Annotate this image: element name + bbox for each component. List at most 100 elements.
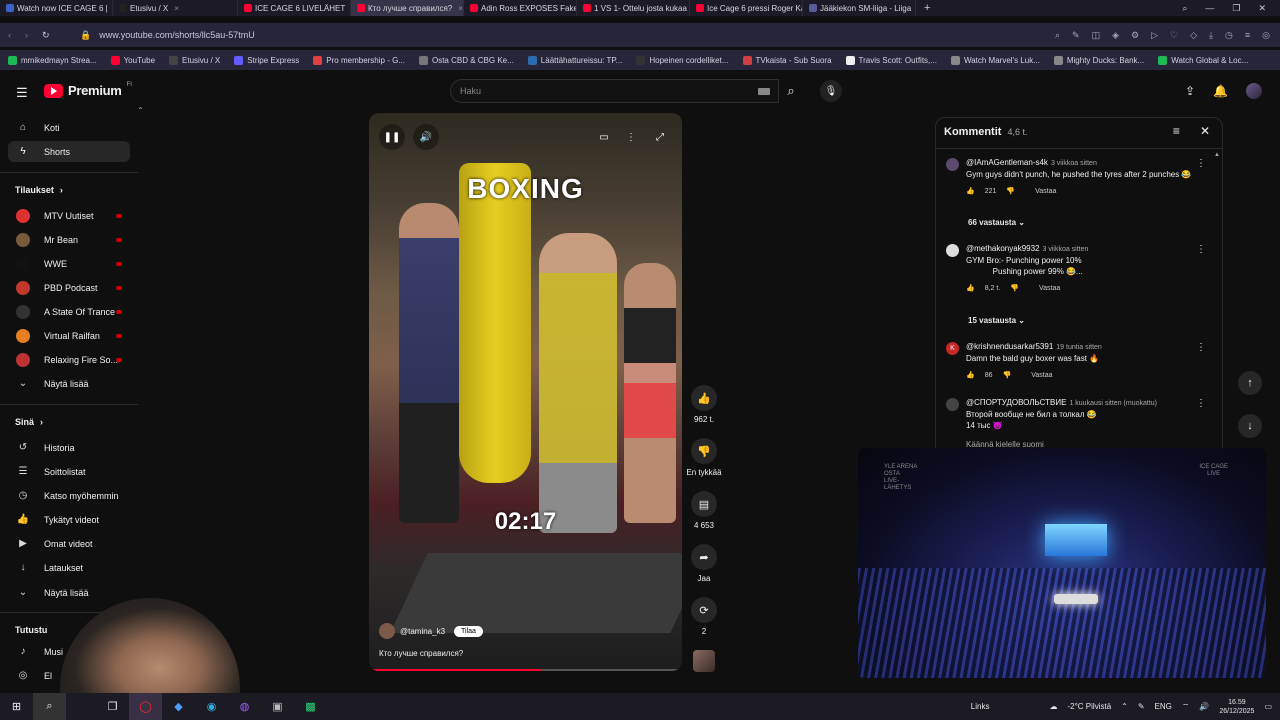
minimize-icon[interactable]: — <box>1205 3 1214 14</box>
url-field[interactable]: 🔒 www.youtube.com/shorts/llc5au-57tmU <box>80 30 255 41</box>
heart-icon[interactable]: ♡ <box>1170 30 1178 41</box>
bookmark-item[interactable]: Läättähattureissu: TP... <box>527 55 622 65</box>
sidebar-item-channel[interactable]: Virtual Railfan <box>8 325 130 346</box>
menu-icon[interactable]: ☰ <box>16 85 28 101</box>
bookmark-item[interactable]: Pro membership - G... <box>313 55 405 65</box>
show-more-button[interactable]: ⌄ Näytä lisää <box>8 373 130 394</box>
browser-tab[interactable]: 1 VS 1- Ottelu josta kukaa× <box>577 0 690 16</box>
sidebar-item-channel[interactable]: Relaxing Fire So... <box>8 349 130 370</box>
browser-tab[interactable]: Adin Ross EXPOSES Fake C× <box>464 0 577 16</box>
wifi-icon[interactable]: ⌔ <box>1182 702 1190 712</box>
sidebar-item-you[interactable]: ↺ Historia <box>8 437 130 458</box>
close-icon[interactable]: ✕ <box>1258 3 1266 14</box>
previous-short-button[interactable]: ↑ <box>1238 371 1262 395</box>
sound-thumbnail[interactable] <box>693 650 715 672</box>
url-text[interactable]: www.youtube.com/shorts/llc5au-57tmU <box>99 30 255 40</box>
video-progress[interactable] <box>369 669 682 671</box>
bookmark-item[interactable]: Watch Global & Loc... <box>1158 55 1248 65</box>
comment-author[interactable]: @krishnendusarkar5391 <box>966 342 1053 351</box>
bookmark-item[interactable]: Etusivu / X <box>169 55 220 65</box>
upload-icon[interactable]: ⇪ <box>1185 84 1195 98</box>
avatar[interactable] <box>1246 83 1262 99</box>
close-icon[interactable]: ✕ <box>1200 124 1210 138</box>
history-icon[interactable]: ◷ <box>1225 30 1233 41</box>
forward-icon[interactable]: › <box>25 30 28 41</box>
app-2[interactable]: ◆ <box>162 693 195 720</box>
reload-icon[interactable]: ↻ <box>42 30 50 41</box>
more-vert-icon[interactable]: ⋮ <box>1196 244 1206 255</box>
shield-icon[interactable]: ◈ <box>1112 30 1119 41</box>
sidebar-scroll-up-icon[interactable]: ⌃ <box>137 106 144 115</box>
browser-tab[interactable]: Ice Cage 6 pressi Roger Ka× <box>690 0 803 16</box>
task-view-button[interactable]: ❐ <box>96 693 129 720</box>
close-icon[interactable]: × <box>174 4 179 13</box>
sort-icon[interactable]: ≡ <box>1173 124 1180 138</box>
bookmark-item[interactable]: Watch Marvel's Luk... <box>950 55 1040 65</box>
download-icon[interactable]: ⤓ <box>1209 30 1213 41</box>
volume-icon[interactable]: 🔊 <box>1199 702 1209 711</box>
search-button[interactable]: ⌕ <box>778 79 804 103</box>
reply-button[interactable]: Vastaa <box>1035 188 1056 195</box>
search-icon[interactable]: ⌕ <box>1182 3 1187 14</box>
pen-icon[interactable]: ✎ <box>1138 702 1145 711</box>
comment-author[interactable]: @СПОРТУДОВОЛЬСТВИЕ <box>966 398 1066 407</box>
links-toolbar[interactable]: Links <box>971 702 990 711</box>
edit-icon[interactable]: ✎ <box>1072 30 1080 41</box>
more-button[interactable]: ⋮ <box>618 124 644 150</box>
app-6[interactable]: ▩ <box>294 693 327 720</box>
settings-icon[interactable]: ⚙ <box>1131 30 1139 41</box>
box-icon[interactable]: ◇ <box>1190 30 1197 41</box>
notification-icon[interactable]: ▭ <box>1264 702 1272 711</box>
avatar[interactable]: K <box>946 342 959 355</box>
messenger-app[interactable]: ◍ <box>228 693 261 720</box>
sidebar-item-channel[interactable]: MTV Uutiset <box>8 205 130 226</box>
thumbs-down-icon[interactable]: 👎 <box>1006 187 1015 195</box>
bookmark-item[interactable]: YouTube <box>110 55 155 65</box>
picture-in-picture-video[interactable]: YLE ARENA OSTA LIVE- LÄHETYS ICE CAGE LI… <box>858 448 1266 678</box>
browser-tab[interactable]: Кто лучше справился? × <box>351 0 464 16</box>
remix-button[interactable]: ⟳ 2 <box>684 597 724 636</box>
sidebar-item-you[interactable]: 👍 Tykätyt videot <box>8 509 130 530</box>
more-vert-icon[interactable]: ⋮ <box>1196 158 1206 169</box>
bookmark-item[interactable]: Hopeinen cordelliket... <box>636 55 729 65</box>
opera-app[interactable]: ◯ <box>129 693 162 720</box>
back-icon[interactable]: ‹ <box>8 30 11 41</box>
video-channel[interactable]: @tamina_k3 Tilaa <box>379 623 483 639</box>
profile-icon[interactable]: ◎ <box>1262 30 1270 41</box>
browser-tab[interactable]: ICE CAGE 6 LIVELÄHET× <box>238 0 351 16</box>
search-input[interactable]: Haku <box>450 79 779 103</box>
browser-tab[interactable]: Jääkiekon SM-liiga - Liiga× <box>803 0 916 16</box>
replies-toggle[interactable]: 15 vastausta ⌄ <box>968 316 1025 325</box>
browser-tab[interactable]: Watch now ICE CAGE 6 |× <box>0 0 113 16</box>
more-vert-icon[interactable]: ⋮ <box>1196 342 1206 353</box>
bookmark-item[interactable]: mmikedmayn Strea... <box>8 55 97 65</box>
next-short-button[interactable]: ↓ <box>1238 414 1262 438</box>
avatar[interactable] <box>946 158 959 171</box>
sidebar-item-you[interactable]: ▶ Omat videot <box>8 533 130 554</box>
bookmark-item[interactable]: TVkaista - Sub Suora <box>742 55 832 65</box>
comments-button[interactable]: ▤ 4 653 <box>684 491 724 530</box>
like-button[interactable]: 👍 962 t. <box>684 385 724 424</box>
new-tab-icon[interactable]: + <box>916 2 938 14</box>
youtube-logo[interactable]: Premium FI <box>44 82 132 98</box>
thumbs-up-icon[interactable]: 👍 <box>966 187 975 195</box>
subscriptions-heading[interactable]: Tilaukset › <box>15 185 63 195</box>
clock[interactable]: 16.59 26/12/2025 <box>1219 698 1254 716</box>
pause-button[interactable]: ❚❚ <box>379 124 405 150</box>
thumbs-down-icon[interactable]: 👎 <box>1003 371 1012 379</box>
sidebar-item-shorts[interactable]: ϟ Shorts <box>8 141 130 162</box>
camera-icon[interactable]: ◫ <box>1092 30 1101 41</box>
thumbs-up-icon[interactable]: 👍 <box>966 371 975 379</box>
sidebar-item-channel[interactable]: Mr Bean <box>8 229 130 250</box>
reply-button[interactable]: Vastaa <box>1031 372 1052 379</box>
you-heading[interactable]: Sinä › <box>15 417 43 427</box>
search-button[interactable]: ⌕ <box>33 693 66 720</box>
replies-toggle[interactable]: 66 vastausta ⌄ <box>968 218 1025 227</box>
subscribe-button[interactable]: Tilaa <box>454 625 483 637</box>
channel-name[interactable]: @tamina_k3 <box>400 627 445 636</box>
start-button[interactable]: ⊞ <box>0 693 33 720</box>
notifications-icon[interactable]: 🔔 <box>1213 84 1228 98</box>
weather[interactable]: -2°C Pilvistä <box>1067 702 1111 711</box>
chevron-up-icon[interactable]: ⌃ <box>1121 702 1128 711</box>
play-icon[interactable]: ▷ <box>1151 30 1158 41</box>
